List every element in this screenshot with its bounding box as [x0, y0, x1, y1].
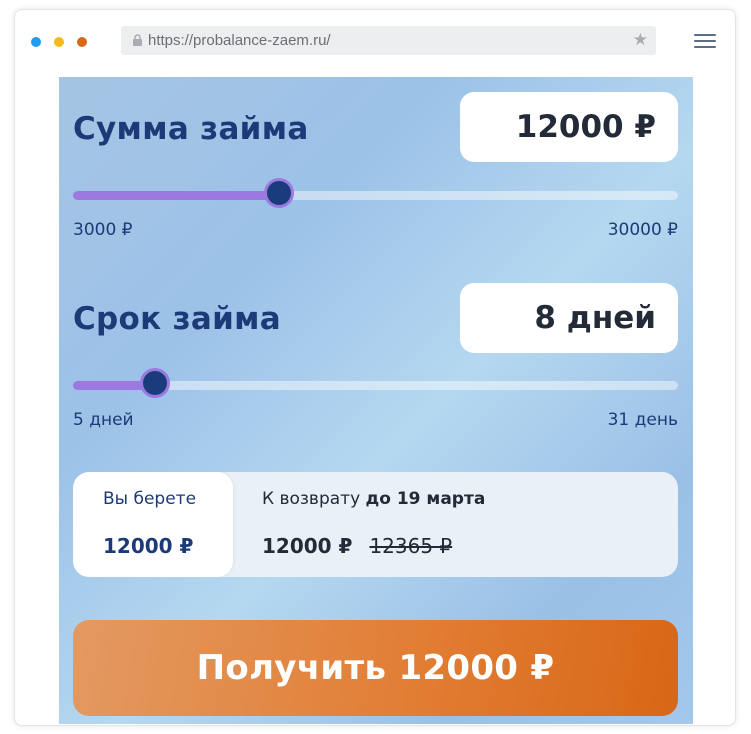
- amount-label: Сумма займа: [73, 111, 309, 147]
- return-value: 12000 ₽: [262, 534, 353, 558]
- loan-calculator: Сумма займа 12000 ₽ 3000 ₽ 30000 ₽ Срок …: [59, 77, 693, 724]
- term-slider[interactable]: [73, 368, 678, 398]
- bookmark-star-icon[interactable]: ★: [633, 30, 648, 50]
- window-dot-yellow[interactable]: [54, 37, 64, 47]
- hamburger-menu-icon[interactable]: [694, 34, 716, 50]
- url-text: https://probalance-zaem.ru/: [148, 32, 331, 49]
- window-dot-blue[interactable]: [31, 37, 41, 47]
- loan-summary: Вы берете 12000 ₽ К возврату до 19 марта…: [73, 472, 678, 577]
- get-loan-button[interactable]: Получить 12000 ₽: [73, 620, 678, 716]
- return-date: до 19 марта: [365, 489, 486, 509]
- amount-slider-thumb[interactable]: [263, 178, 294, 208]
- return-old-value: 12365 ₽: [369, 534, 453, 558]
- amount-min-label: 3000 ₽: [73, 220, 133, 240]
- term-slider-thumb[interactable]: [139, 368, 170, 398]
- return-value-row: 12000 ₽ 12365 ₽: [262, 534, 452, 558]
- amount-slider[interactable]: [73, 178, 678, 208]
- return-label-row: К возврату до 19 марта: [262, 489, 485, 509]
- take-card: Вы берете 12000 ₽: [73, 472, 233, 577]
- take-value: 12000 ₽: [103, 534, 194, 558]
- window-dot-red[interactable]: [77, 37, 87, 47]
- term-label: Срок займа: [73, 301, 281, 337]
- amount-max-label: 30000 ₽: [607, 220, 678, 240]
- amount-value-box[interactable]: 12000 ₽: [460, 92, 678, 162]
- address-bar[interactable]: https://probalance-zaem.ru/ ★: [121, 26, 656, 55]
- term-min-label: 5 дней: [73, 410, 134, 430]
- take-label: Вы берете: [103, 489, 197, 509]
- lock-icon: [133, 34, 142, 46]
- return-label: К возврату: [262, 489, 366, 509]
- amount-slider-fill: [73, 191, 279, 200]
- term-max-label: 31 день: [607, 410, 678, 430]
- term-value-box[interactable]: 8 дней: [460, 283, 678, 353]
